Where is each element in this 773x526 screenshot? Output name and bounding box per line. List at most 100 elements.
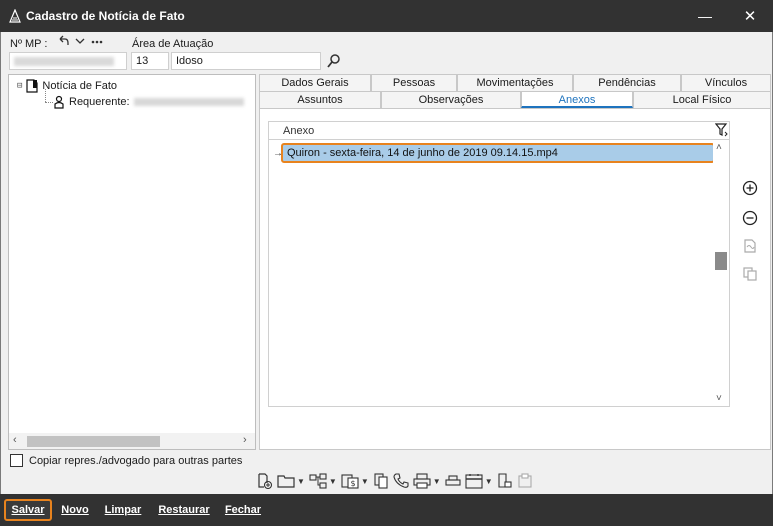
money-document-icon: $ <box>341 474 359 489</box>
bottom-action-bar: Salvar Novo Limpar Restaurar Fechar <box>0 494 773 526</box>
app-logo-icon <box>9 9 21 23</box>
dropdown-caret-icon: ▼ <box>484 476 493 486</box>
tab-anexos[interactable]: Anexos <box>521 91 633 108</box>
save-button[interactable]: Salvar <box>4 499 52 521</box>
remove-attachment-button[interactable] <box>738 207 762 229</box>
new-document-button[interactable] <box>257 470 273 492</box>
money-menu-button[interactable]: $ ▼ <box>341 470 369 492</box>
clear-button[interactable]: Limpar <box>102 499 144 521</box>
dropdown-caret-icon: ▼ <box>328 476 337 486</box>
documents-button[interactable] <box>373 470 389 492</box>
filter-icon[interactable] <box>715 123 729 137</box>
tab-local-fisico[interactable]: Local Físico <box>633 91 771 108</box>
tree-node-label: Notícia de Fato <box>42 80 118 92</box>
scroll-thumb[interactable] <box>715 252 727 270</box>
print-menu-button[interactable]: ▼ <box>413 470 441 492</box>
tab-assuntos[interactable]: Assuntos <box>259 91 381 108</box>
phone-button[interactable] <box>393 470 409 492</box>
minimize-button[interactable]: — <box>682 0 728 32</box>
phone-icon <box>393 473 409 488</box>
area-code-field[interactable]: 13 <box>131 52 169 70</box>
close-button[interactable]: Fechar <box>222 499 264 521</box>
scroll-thumb[interactable] <box>27 436 160 447</box>
search-icon[interactable] <box>327 53 341 69</box>
svg-text:$: $ <box>350 479 355 488</box>
new-button[interactable]: Novo <box>58 499 92 521</box>
scroll-left-icon[interactable]: ‹ <box>13 434 17 446</box>
tree-node-label: Requerente: <box>69 96 130 108</box>
collapse-icon[interactable]: ⊟ <box>17 81 22 91</box>
tree-connector <box>45 89 46 102</box>
current-row-indicator: → <box>273 147 283 159</box>
add-attachment-button[interactable] <box>738 177 762 199</box>
new-document-icon <box>258 473 273 489</box>
folder-menu-button[interactable]: ▼ <box>277 470 305 492</box>
scroll-down-icon[interactable]: ˅ <box>716 393 722 404</box>
title-bar: Cadastro de Notícia de Fato — ✕ <box>0 0 773 32</box>
window-title: Cadastro de Notícia de Fato <box>26 9 185 23</box>
printer-small-icon <box>445 475 461 486</box>
scroll-up-icon[interactable]: ˄ <box>716 142 722 153</box>
close-window-button[interactable]: ✕ <box>727 0 773 32</box>
horizontal-scrollbar[interactable]: ‹ › <box>9 433 255 449</box>
disabled-action-button[interactable] <box>517 470 533 492</box>
undo-icon[interactable] <box>57 35 69 47</box>
dropdown-caret-icon: ▼ <box>360 476 369 486</box>
tab-dados-gerais[interactable]: Dados Gerais <box>259 74 371 91</box>
tab-vinculos[interactable]: Vínculos <box>681 74 771 91</box>
main-content: Nº MP : Área de Atuação 13 Idoso ⊟ Notíc… <box>0 32 773 494</box>
copy-attachment-button[interactable] <box>738 263 762 285</box>
minus-circle-icon <box>742 210 758 226</box>
printer-icon <box>413 473 431 489</box>
attachment-file-cell[interactable]: Quiron - sexta-feira, 14 de junho de 201… <box>281 143 715 163</box>
mp-tools <box>57 35 103 47</box>
copy-option-row[interactable]: Copiar repres./advogado para outras part… <box>10 454 242 467</box>
dropdown-caret-icon: ▼ <box>297 476 305 486</box>
tab-pendencias[interactable]: Pendências <box>573 74 681 91</box>
hierarchy-icon <box>309 473 327 489</box>
lock-document-button[interactable] <box>497 470 513 492</box>
folder-icon <box>277 475 295 488</box>
plus-circle-icon <box>742 180 758 196</box>
tabs-row-1: Dados Gerais Pessoas Movimentações Pendê… <box>259 74 771 91</box>
calendar-menu-button[interactable]: ▼ <box>465 470 493 492</box>
printer-button[interactable] <box>445 470 461 492</box>
documents-icon <box>374 473 388 489</box>
tab-pessoas[interactable]: Pessoas <box>371 74 457 91</box>
tree-node-requerente[interactable]: Requerente: <box>53 95 244 109</box>
document-icon <box>26 79 39 93</box>
tree-connector <box>45 102 53 103</box>
tabs-row-2: Assuntos Observações Anexos Local Físico <box>259 91 771 108</box>
chevron-down-icon[interactable] <box>75 35 85 47</box>
minimize-icon: — <box>698 8 712 24</box>
restore-button[interactable]: Restaurar <box>154 499 214 521</box>
column-header-anexo[interactable]: Anexo <box>269 122 729 140</box>
clipboard-icon <box>518 473 532 488</box>
tree-panel: ⊟ Notícia de Fato Requerente: ‹ › <box>8 74 256 450</box>
tab-movimentacoes[interactable]: Movimentações <box>457 74 573 91</box>
lock-document-icon <box>498 473 512 488</box>
close-icon: ✕ <box>743 8 757 25</box>
copy-icon <box>743 267 757 281</box>
tab-observacoes[interactable]: Observações <box>381 91 521 108</box>
action-toolbar: ▼ ▼ $ ▼ ▼ ▼ <box>257 470 533 492</box>
more-icon[interactable] <box>91 35 103 47</box>
redacted-value <box>133 98 244 106</box>
redacted-value <box>14 57 114 66</box>
tree-node-noticia[interactable]: ⊟ Notícia de Fato <box>17 79 117 93</box>
anexos-grid: Anexo → Quiron - sexta-feira, 14 de junh… <box>268 121 730 407</box>
vertical-scrollbar[interactable]: ˄ ˅ <box>713 140 729 406</box>
area-label: Área de Atuação <box>132 38 214 50</box>
copy-checkbox[interactable] <box>10 454 23 467</box>
scroll-right-icon[interactable]: › <box>243 434 247 446</box>
mp-number-field[interactable] <box>9 52 127 70</box>
anexos-panel: Anexo → Quiron - sexta-feira, 14 de junh… <box>259 108 771 450</box>
calendar-icon <box>465 474 483 489</box>
dropdown-caret-icon: ▼ <box>432 476 441 486</box>
signature-icon <box>744 239 756 253</box>
area-name-field[interactable]: Idoso <box>171 52 321 70</box>
mp-label: Nº MP : <box>10 38 48 50</box>
table-row[interactable]: → Quiron - sexta-feira, 14 de junho de 2… <box>273 143 715 163</box>
sign-attachment-button[interactable] <box>738 235 762 257</box>
hierarchy-menu-button[interactable]: ▼ <box>309 470 337 492</box>
